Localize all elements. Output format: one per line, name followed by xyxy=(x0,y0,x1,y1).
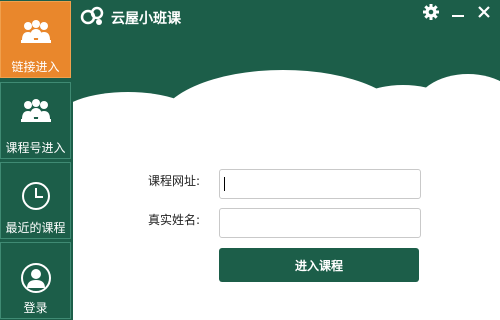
course-url-input[interactable] xyxy=(219,169,421,199)
sidebar-item-recent-courses[interactable]: 最近的课程 xyxy=(0,162,71,239)
enter-course-button[interactable]: 进入课程 xyxy=(219,248,419,282)
sidebar-item-link-entry[interactable]: 链接进入 xyxy=(0,1,71,78)
gear-icon[interactable] xyxy=(421,2,441,22)
group-icon xyxy=(16,93,56,133)
sidebar-item-login[interactable]: 登录 xyxy=(0,242,71,319)
user-icon xyxy=(16,261,56,301)
app-window: 链接进入 课程号进入 最近的课程 登录 课程网址: 真实姓名: 进入课程 云屋小… xyxy=(0,0,500,320)
course-url-label: 课程网址: xyxy=(148,174,201,188)
real-name-label: 真实姓名: xyxy=(148,213,201,227)
app-title: 云屋小班课 xyxy=(111,11,181,27)
real-name-input[interactable] xyxy=(219,208,421,238)
app-logo-icon xyxy=(79,6,105,28)
close-icon[interactable] xyxy=(474,2,494,22)
sidebar-item-label: 登录 xyxy=(23,301,48,315)
sidebar-item-course-number[interactable]: 课程号进入 xyxy=(0,82,71,159)
sidebar: 链接进入 课程号进入 最近的课程 登录 xyxy=(0,0,73,320)
clock-icon xyxy=(16,179,56,219)
title-bar: 云屋小班课 xyxy=(73,0,500,40)
main-content: 课程网址: 真实姓名: 进入课程 xyxy=(73,0,500,320)
sidebar-item-label: 最近的课程 xyxy=(5,221,66,235)
text-cursor xyxy=(224,177,225,191)
sidebar-item-label: 课程号进入 xyxy=(5,141,66,155)
minimize-icon[interactable] xyxy=(448,2,468,22)
sidebar-item-label: 链接进入 xyxy=(11,60,60,74)
group-icon xyxy=(16,14,56,54)
